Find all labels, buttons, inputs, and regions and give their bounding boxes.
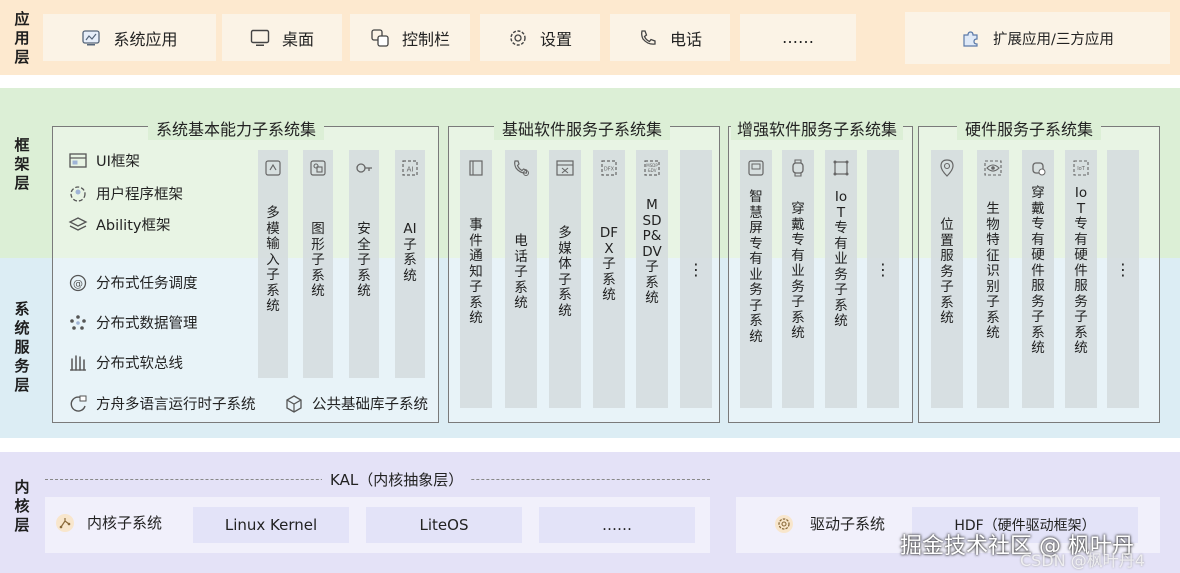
notification-icon — [466, 158, 486, 178]
kernel-layer-label: 内核层 — [14, 478, 30, 534]
service-layer-label: 系统服务层 — [14, 300, 30, 394]
subsystem-ai: AI AI子系统 — [395, 150, 425, 378]
app-phone[interactable]: 电话 — [610, 14, 730, 61]
smart-screen-icon — [746, 158, 766, 178]
app-layer-label: 应用层 — [14, 10, 30, 66]
app-label: 扩展应用/三方应用 — [993, 31, 1114, 48]
subsystem-iot-business: IoT专有业务子系统 — [825, 150, 857, 408]
subsystem-wearable-hardware: 穿戴专有硬件服务子系统 — [1022, 150, 1054, 408]
cube-icon — [284, 394, 304, 414]
ai-icon: AI — [400, 158, 420, 178]
msdp-icon: MSDP &DV — [642, 158, 662, 178]
kernel-subsystem: 内核子系统 — [55, 512, 162, 533]
phone-icon — [638, 28, 658, 48]
subsystem-iot-hardware: IoT IoT专有硬件服务子系统 — [1065, 150, 1097, 408]
subsystem-more-enhanced: ⋮ — [867, 150, 899, 408]
wearable-hw-icon — [1028, 158, 1048, 178]
user-program-icon — [68, 184, 88, 204]
kernel-more[interactable]: …… — [539, 507, 695, 543]
graphics-icon — [308, 158, 328, 178]
control-bar-icon — [370, 28, 390, 48]
feature-user-program-framework: 用户程序框架 — [68, 183, 183, 204]
svg-text:DFX: DFX — [604, 167, 615, 173]
app-label: 桌面 — [281, 29, 314, 49]
soft-bus-icon — [68, 353, 88, 373]
key-icon — [354, 158, 374, 178]
iot-hw-icon: IoT — [1071, 158, 1091, 178]
ui-framework-icon — [68, 151, 88, 171]
framework-layer-label: 框架层 — [14, 136, 30, 192]
feature-ability-framework: Ability框架 — [68, 214, 170, 235]
gear-icon — [508, 28, 528, 48]
hardware-service-title: 硬件服务子系统集 — [957, 116, 1102, 140]
app-label: 电话 — [669, 29, 702, 49]
basic-capability-title: 系统基本能力子系统集 — [148, 116, 325, 140]
eye-icon — [983, 158, 1003, 178]
driver-gear-icon — [774, 514, 794, 534]
subsystem-location: 位置服务子系统 — [931, 150, 963, 408]
subsystem-event-notification: 事件通知子系统 — [460, 150, 492, 408]
input-icon — [263, 158, 283, 178]
feature-distributed-data: 分布式数据管理 — [68, 312, 198, 333]
location-icon — [937, 158, 957, 178]
distributed-task-icon: @ — [68, 273, 88, 293]
svg-text:AI: AI — [407, 166, 414, 174]
ark-runtime-icon — [68, 394, 88, 414]
subsystem-multimodal-input: 多模输入子系统 — [258, 150, 288, 378]
subsystem-telephony: 电话子系统 — [505, 150, 537, 408]
app-label: …… — [782, 28, 814, 47]
app-label: 设置 — [539, 29, 572, 49]
subsystem-graphics: 图形子系统 — [303, 150, 333, 378]
subsystem-multimedia: 多媒体子系统 — [549, 150, 581, 408]
enhanced-software-title: 增强软件服务子系统集 — [731, 116, 904, 140]
subsystem-wearable-business: 穿戴专有业务子系统 — [782, 150, 814, 408]
watch-icon — [788, 158, 808, 178]
svg-text:IoT: IoT — [1077, 166, 1086, 172]
watermark-sub: CSDN @枫叶丹4 — [1020, 551, 1145, 570]
subsystem-more-hardware: ⋮ — [1107, 150, 1139, 408]
kernel-icon — [55, 513, 75, 533]
monitor-icon — [250, 28, 270, 48]
app-label: 控制栏 — [401, 29, 450, 49]
telephony-icon — [511, 158, 531, 178]
feature-soft-bus: 分布式软总线 — [68, 352, 183, 373]
dfx-icon: DFX — [599, 158, 619, 178]
subsystem-security: 安全子系统 — [349, 150, 379, 378]
subsystem-dfx: DFX DFX子系统 — [593, 150, 625, 408]
basic-software-title: 基础软件服务子系统集 — [494, 116, 671, 140]
app-more[interactable]: …… — [740, 14, 856, 61]
app-control-bar[interactable]: 控制栏 — [350, 14, 470, 61]
subsystem-smart-screen: 智慧屏专有业务子系统 — [740, 150, 772, 408]
svg-text:&DV: &DV — [648, 168, 657, 173]
app-system-app[interactable]: 系统应用 — [43, 14, 216, 61]
app-desktop[interactable]: 桌面 — [222, 14, 342, 61]
subsystem-more-software: ⋮ — [680, 150, 712, 408]
iot-icon — [831, 158, 851, 178]
svg-text:@: @ — [73, 279, 83, 290]
feature-ark-runtime: 方舟多语言运行时子系统 — [68, 393, 256, 414]
puzzle-icon — [961, 28, 981, 48]
subsystem-biometrics: 生物特征识别子系统 — [977, 150, 1009, 408]
driver-subsystem: 驱动子系统 — [774, 513, 885, 534]
app-extension[interactable]: 扩展应用/三方应用 — [905, 12, 1170, 64]
app-settings[interactable]: 设置 — [480, 14, 600, 61]
feature-common-base-library: 公共基础库子系统 — [284, 393, 428, 414]
feature-distributed-task: @ 分布式任务调度 — [68, 272, 198, 293]
kernel-liteos[interactable]: LiteOS — [366, 507, 522, 543]
film-icon — [555, 158, 575, 178]
app-label: 系统应用 — [113, 29, 178, 49]
distributed-data-icon — [68, 313, 88, 333]
layers-icon — [68, 215, 88, 235]
kal-label: KAL（内核抽象层） — [322, 469, 472, 490]
system-app-icon — [81, 28, 101, 48]
subsystem-msdp-dv: MSDP &DV MSDP&DV子系统 — [636, 150, 668, 408]
kernel-linux[interactable]: Linux Kernel — [193, 507, 349, 543]
feature-ui-framework: UI框架 — [68, 150, 140, 171]
